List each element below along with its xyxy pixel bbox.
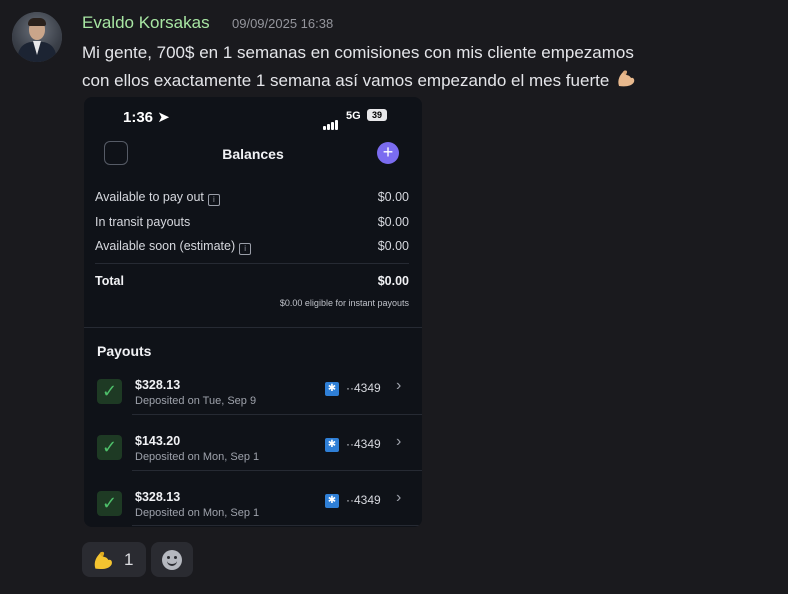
message-body: Mi gente, 700$ en 1 semanas en comisione… xyxy=(82,43,634,90)
message-text: Mi gente, 700$ en 1 semanas en comisione… xyxy=(82,40,642,94)
status-time-text: 1:36 xyxy=(123,109,154,126)
balance-label: Available soon (estimate) xyxy=(95,239,236,253)
info-icon[interactable]: i xyxy=(239,243,252,255)
balance-row-total: Total $0.00 xyxy=(95,274,409,288)
chevron-right-icon: › xyxy=(396,377,402,394)
check-icon: ✓ xyxy=(97,379,122,404)
payout-row[interactable]: ✓ $328.13 Deposited on Mon, Sep 1 ✱ ··43… xyxy=(84,481,422,527)
payout-account: ··4349 xyxy=(346,493,381,507)
payout-date: Deposited on Mon, Sep 1 xyxy=(135,507,260,519)
reaction-flexed-biceps[interactable]: 1 xyxy=(82,542,146,577)
balance-value: $0.00 xyxy=(377,215,409,229)
divider xyxy=(132,525,422,526)
divider xyxy=(132,414,422,415)
check-icon: ✓ xyxy=(97,491,122,516)
payout-account: ··4349 xyxy=(346,437,381,451)
screenshot-attachment[interactable]: 1:36 ➤ 5G 39 Balances + Available to pay… xyxy=(84,97,422,527)
payouts-heading: Payouts xyxy=(97,343,152,359)
payout-date: Deposited on Tue, Sep 9 xyxy=(135,395,257,407)
reaction-count: 1 xyxy=(124,549,134,569)
bank-icon: ✱ xyxy=(325,382,339,396)
balance-label: In transit payouts xyxy=(95,215,191,229)
flexed-biceps-icon xyxy=(94,551,112,569)
divider xyxy=(132,470,422,471)
status-time: 1:36 ➤ xyxy=(123,109,170,126)
balance-label: Available to pay out xyxy=(95,190,204,204)
payout-account: ··4349 xyxy=(346,381,381,395)
signal-icon xyxy=(323,112,339,130)
divider xyxy=(95,263,409,264)
author-name[interactable]: Evaldo Korsakas xyxy=(82,13,210,33)
author-avatar[interactable] xyxy=(12,12,62,62)
balances-header: Balances xyxy=(84,137,422,169)
add-reaction-button[interactable] xyxy=(151,542,193,577)
balance-row-in-transit[interactable]: In transit payouts $0.00 xyxy=(95,215,409,229)
total-label: Total xyxy=(95,274,124,288)
check-icon: ✓ xyxy=(97,435,122,460)
page-title: Balances xyxy=(222,146,284,162)
add-button[interactable]: + xyxy=(377,142,399,164)
balance-row-available[interactable]: Available to pay out i $0.00 xyxy=(95,190,409,206)
smiley-icon xyxy=(162,549,182,570)
payout-date: Deposited on Mon, Sep 1 xyxy=(135,451,260,463)
payout-amount: $328.13 xyxy=(135,378,181,392)
balance-row-available-soon[interactable]: Available soon (estimate) i $0.00 xyxy=(95,239,409,255)
flexed-biceps-icon xyxy=(618,70,635,87)
divider xyxy=(84,327,422,328)
network-label: 5G xyxy=(346,110,361,122)
total-value: $0.00 xyxy=(377,274,409,288)
chevron-right-icon: › xyxy=(396,433,402,450)
payout-amount: $328.13 xyxy=(135,490,181,504)
balance-value: $0.00 xyxy=(377,190,409,204)
payout-amount: $143.20 xyxy=(135,434,181,448)
chevron-right-icon: › xyxy=(396,489,402,506)
payout-row[interactable]: ✓ $143.20 Deposited on Mon, Sep 1 ✱ ··43… xyxy=(84,425,422,481)
message-timestamp: 09/09/2025 16:38 xyxy=(232,16,334,31)
status-bar: 1:36 ➤ 5G 39 xyxy=(84,97,422,133)
bank-icon: ✱ xyxy=(325,494,339,508)
balance-value: $0.00 xyxy=(377,239,409,253)
eligible-note: $0.00 eligible for instant payouts xyxy=(279,298,409,308)
info-icon[interactable]: i xyxy=(207,194,220,206)
bank-icon: ✱ xyxy=(325,438,339,452)
battery-icon: 39 xyxy=(367,109,387,121)
payout-row[interactable]: ✓ $328.13 Deposited on Tue, Sep 9 ✱ ··43… xyxy=(84,369,422,425)
